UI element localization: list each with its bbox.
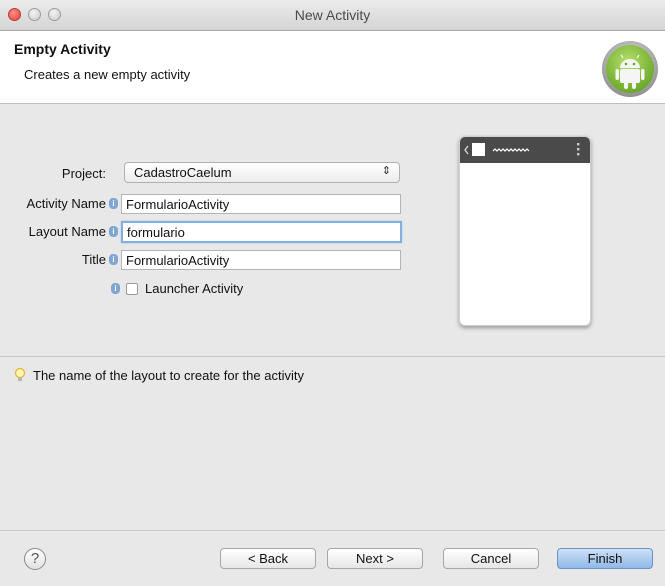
- page-description: Creates a new empty activity: [24, 67, 191, 82]
- activity-name-label: Activity Name: [26, 196, 106, 211]
- activity-preview: [459, 136, 591, 326]
- launcher-activity-label: Launcher Activity: [145, 281, 244, 296]
- separator: [0, 356, 665, 357]
- launcher-activity-checkbox[interactable]: [126, 283, 138, 295]
- separator: [0, 530, 665, 531]
- next-button[interactable]: Next >: [327, 548, 423, 569]
- new-activity-window: New Activity Empty Activity Creates a ne…: [0, 0, 665, 586]
- layout-name-input[interactable]: [121, 221, 402, 243]
- project-select-value: CadastroCaelum: [134, 165, 232, 180]
- title-bar: New Activity: [0, 0, 665, 31]
- hint-text: The name of the layout to create for the…: [33, 368, 304, 383]
- info-icon: i: [109, 226, 118, 237]
- title-input[interactable]: [121, 250, 401, 270]
- info-icon: i: [109, 198, 118, 209]
- preview-action-bar: [460, 137, 590, 163]
- cancel-button[interactable]: Cancel: [443, 548, 539, 569]
- wizard-header: Empty Activity Creates a new empty activ…: [0, 31, 665, 104]
- layout-name-label: Layout Name: [28, 224, 106, 239]
- window-title: New Activity: [294, 7, 371, 23]
- preview-action-bar-icons: [464, 143, 580, 156]
- finish-button[interactable]: Finish: [557, 548, 653, 569]
- info-icon: i: [109, 254, 118, 265]
- android-logo-icon: [602, 41, 658, 97]
- project-select[interactable]: CadastroCaelum ⇕: [124, 162, 400, 183]
- help-button[interactable]: ?: [24, 548, 46, 570]
- activity-name-input[interactable]: [121, 194, 401, 214]
- info-icon: i: [111, 283, 120, 294]
- lightbulb-icon: [14, 367, 26, 381]
- project-label: Project:: [61, 166, 106, 181]
- back-button[interactable]: < Back: [220, 548, 316, 569]
- page-title: Empty Activity: [14, 41, 111, 57]
- title-label: Title: [81, 252, 106, 267]
- select-arrows-icon: ⇕: [381, 165, 391, 177]
